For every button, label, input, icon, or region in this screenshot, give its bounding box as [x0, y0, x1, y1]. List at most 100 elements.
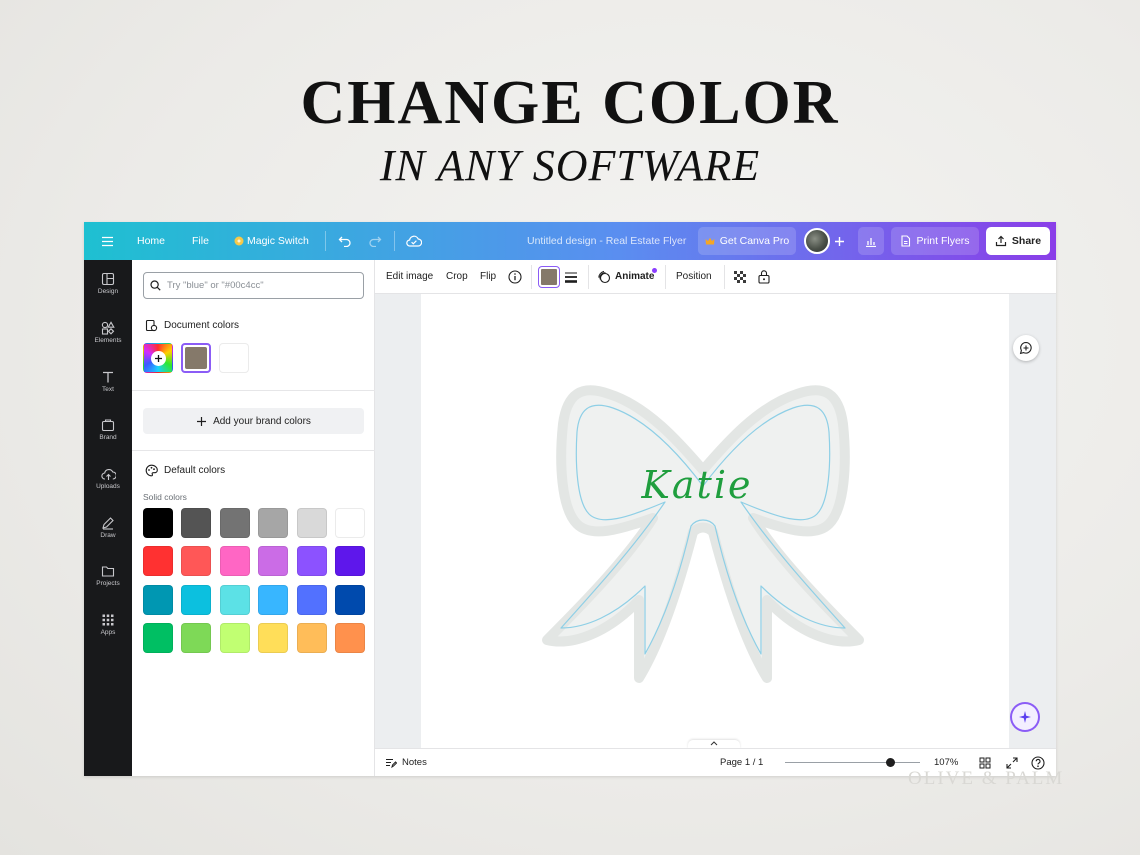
solid-color-swatch[interactable] — [143, 546, 173, 577]
file-menu[interactable]: File — [192, 222, 209, 260]
document-color-swatch[interactable] — [219, 343, 249, 373]
lock-icon[interactable] — [757, 269, 771, 284]
edit-image-button[interactable]: Edit image — [386, 260, 433, 294]
panel-divider — [132, 390, 375, 391]
search-icon — [150, 280, 161, 291]
side-rail: Design Elements Text Brand Uploads Draw … — [84, 260, 132, 776]
zoom-slider-thumb[interactable] — [886, 758, 896, 767]
rail-item-brand[interactable]: Brand — [84, 416, 132, 460]
animate-button[interactable]: Animate — [597, 260, 654, 294]
design-page[interactable]: Katie — [421, 294, 1009, 748]
canvas-area: Edit image Crop Flip Animate Position Ka… — [375, 260, 1056, 749]
solid-color-swatch[interactable] — [258, 508, 289, 538]
magic-switch-icon — [234, 236, 244, 246]
solid-color-swatch[interactable] — [143, 584, 173, 615]
solid-color-swatch[interactable] — [181, 584, 212, 615]
pen-icon — [102, 517, 114, 530]
search-placeholder: Try "blue" or "#00c4cc" — [167, 280, 264, 291]
topbar-divider — [325, 231, 326, 251]
default-colors-title: Default colors — [164, 465, 226, 476]
notes-label: Notes — [402, 757, 427, 768]
solid-color-swatch[interactable] — [258, 546, 289, 577]
solid-color-swatch[interactable] — [296, 546, 327, 577]
bow-graphic[interactable]: Katie — [421, 294, 1009, 748]
toolbar-divider — [531, 265, 532, 289]
solid-color-swatch[interactable] — [296, 623, 327, 654]
cloud-save-icon[interactable] — [404, 231, 424, 251]
zoom-slider-track[interactable] — [785, 762, 920, 763]
grid-icon — [102, 614, 114, 626]
magic-assistant-button[interactable] — [1012, 704, 1038, 730]
document-colors-title: Document colors — [164, 320, 240, 331]
rail-label: Projects — [96, 580, 120, 587]
toolbar-divider — [665, 265, 666, 289]
brand-watermark: OLIVE & PALM — [908, 768, 1065, 789]
animate-icon — [598, 270, 611, 284]
flip-button[interactable]: Flip — [480, 260, 496, 294]
document-color-fill — [185, 347, 207, 369]
text-icon — [103, 371, 113, 383]
solid-color-swatch[interactable] — [181, 546, 212, 577]
solid-color-swatch[interactable] — [219, 546, 250, 577]
rail-item-draw[interactable]: Draw — [84, 514, 132, 558]
chevron-up-icon — [710, 741, 718, 746]
solid-color-swatch[interactable] — [258, 623, 289, 654]
document-title[interactable]: Untitled design - Real Estate Flyer — [527, 222, 686, 260]
rail-label: Brand — [99, 434, 117, 441]
promo-subline: IN ANY SOFTWARE — [379, 141, 761, 190]
rail-item-text[interactable]: Text — [84, 368, 132, 412]
hamburger-icon[interactable] — [97, 231, 117, 251]
undo-icon[interactable] — [335, 231, 355, 251]
solid-color-swatch[interactable] — [181, 508, 212, 538]
magic-switch-label: Magic Switch — [247, 235, 309, 247]
color-search-input[interactable]: Try "blue" or "#00c4cc" — [143, 272, 364, 299]
position-button[interactable]: Position — [676, 260, 712, 294]
solid-color-swatch[interactable] — [335, 623, 365, 654]
insights-button[interactable] — [858, 227, 884, 255]
solid-color-swatch[interactable] — [143, 623, 173, 654]
magic-switch-button[interactable]: Magic Switch — [234, 222, 309, 260]
solid-color-swatch[interactable] — [335, 584, 365, 615]
solid-color-swatch[interactable] — [219, 584, 250, 615]
rail-item-elements[interactable]: Elements — [84, 319, 132, 363]
solid-color-swatch[interactable] — [296, 584, 327, 615]
solid-color-swatch[interactable] — [258, 584, 289, 615]
get-canva-pro-button[interactable]: Get Canva Pro — [698, 227, 796, 255]
rail-item-uploads[interactable]: Uploads — [84, 465, 132, 509]
invite-plus-icon[interactable] — [829, 231, 849, 251]
print-icon — [901, 235, 911, 247]
notes-button[interactable]: Notes — [385, 749, 427, 776]
page-indicator[interactable]: Page 1 / 1 — [720, 749, 763, 776]
name-script-text[interactable]: Katie — [641, 463, 753, 507]
redo-icon[interactable] — [365, 231, 385, 251]
current-color-swatch[interactable] — [539, 267, 559, 287]
transparency-icon[interactable] — [733, 270, 747, 284]
solid-color-swatch[interactable] — [335, 508, 365, 538]
document-palette-icon — [145, 319, 158, 332]
rail-label: Design — [97, 288, 119, 295]
solid-color-swatch[interactable] — [219, 508, 250, 538]
solid-color-swatch[interactable] — [143, 508, 173, 538]
share-button[interactable]: Share — [986, 227, 1050, 255]
solid-color-swatch[interactable] — [335, 546, 365, 577]
print-flyers-button[interactable]: Print Flyers — [891, 227, 979, 255]
rail-item-apps[interactable]: Apps — [84, 611, 132, 655]
user-avatar[interactable] — [804, 228, 830, 254]
bar-chart-icon — [866, 237, 876, 247]
add-color-button[interactable] — [143, 343, 173, 373]
info-icon[interactable] — [508, 270, 522, 284]
solid-color-swatch[interactable] — [181, 623, 212, 654]
solid-color-swatch[interactable] — [296, 508, 327, 538]
shapes-icon — [101, 321, 115, 335]
rail-item-projects[interactable]: Projects — [84, 562, 132, 606]
comment-button[interactable] — [1013, 335, 1039, 361]
rail-item-design[interactable]: Design — [84, 270, 132, 314]
document-color-swatch-selected[interactable] — [181, 343, 211, 373]
plus-icon — [197, 416, 207, 426]
home-menu[interactable]: Home — [137, 222, 165, 260]
share-upload-icon — [995, 235, 1007, 247]
solid-color-swatch[interactable] — [219, 623, 250, 654]
border-style-icon[interactable] — [564, 270, 578, 284]
add-brand-colors-button[interactable]: Add your brand colors — [143, 408, 364, 434]
crop-button[interactable]: Crop — [446, 260, 468, 294]
